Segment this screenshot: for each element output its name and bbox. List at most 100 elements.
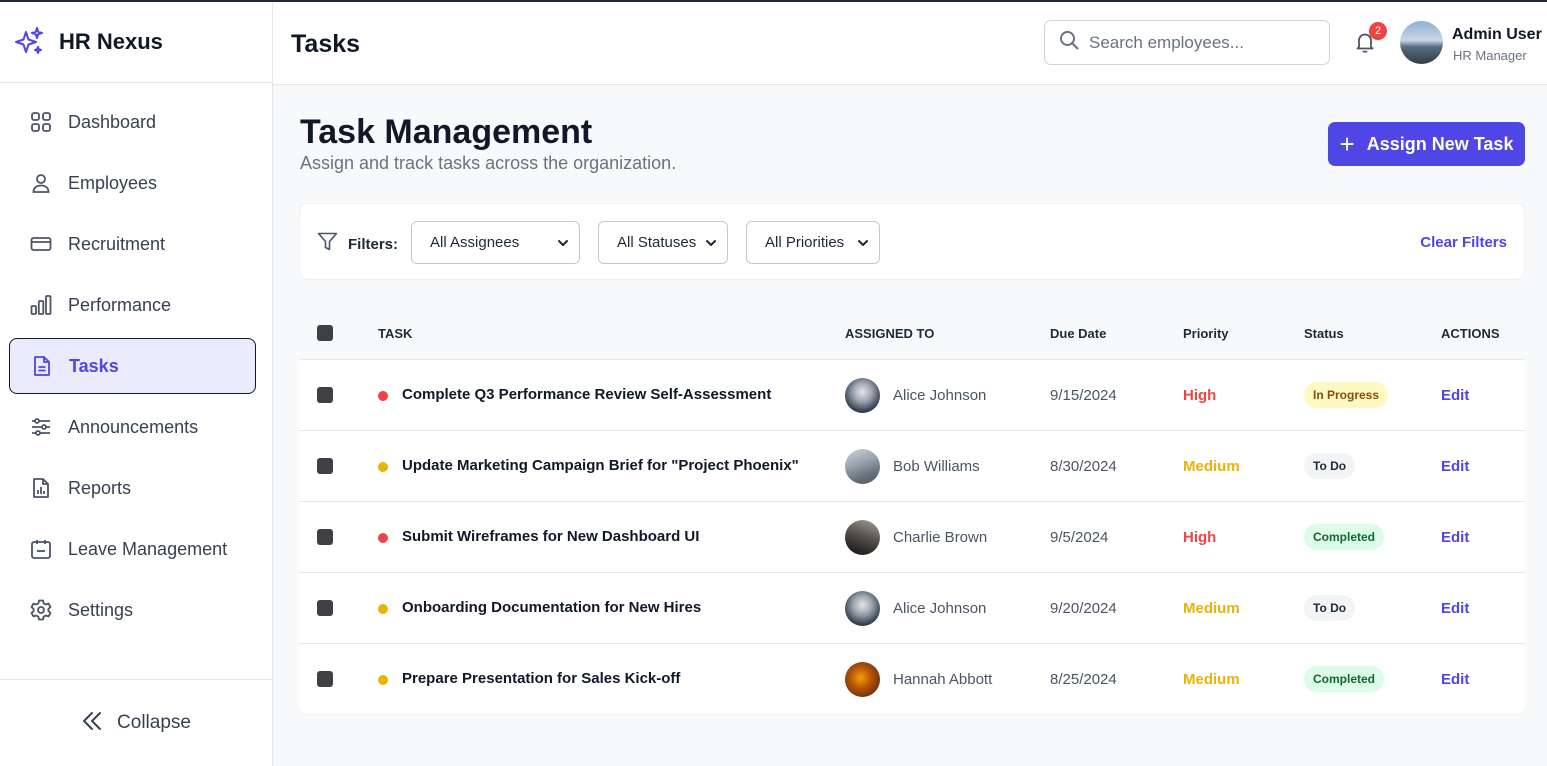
chevron-down-icon: [705, 236, 717, 253]
sidebar-item-performance[interactable]: Performance: [9, 277, 256, 333]
status-badge: In Progress: [1304, 382, 1389, 408]
document-icon: [30, 354, 54, 378]
search-input[interactable]: [1089, 32, 1309, 53]
gear-icon: [29, 598, 53, 622]
section-subtitle: Assign and track tasks across the organi…: [300, 153, 677, 173]
select-all-checkbox[interactable]: [317, 325, 333, 341]
sparkles-icon: [12, 25, 46, 59]
assignee-avatar: [845, 520, 880, 555]
clear-filters-link[interactable]: Clear Filters: [1420, 234, 1507, 251]
sidebar: HR Nexus Dashboard Employees Recruitment…: [0, 2, 273, 766]
filters-label-group: Filters:: [317, 232, 398, 257]
sidebar-item-reports[interactable]: Reports: [9, 460, 256, 516]
priority-label: High: [1183, 387, 1217, 404]
sidebar-item-label: Announcements: [68, 416, 199, 437]
sidebar-item-recruitment[interactable]: Recruitment: [9, 216, 256, 272]
sidebar-item-label: Dashboard: [68, 111, 157, 132]
column-header-assigned-to: ASSIGNED TO: [845, 326, 935, 341]
task-title: Complete Q3 Performance Review Self-Asse…: [402, 386, 772, 403]
status-badge: To Do: [1304, 595, 1356, 621]
sidebar-item-announcements[interactable]: Announcements: [9, 399, 256, 455]
edit-link[interactable]: Edit: [1441, 529, 1469, 546]
priority-dot: [378, 462, 388, 472]
sidebar-item-settings[interactable]: Settings: [9, 582, 256, 638]
page-title: Tasks: [291, 30, 361, 58]
sidebar-item-label: Settings: [68, 599, 134, 620]
table-row: Complete Q3 Performance Review Self-Asse…: [299, 359, 1525, 430]
sidebar-item-leave-management[interactable]: Leave Management: [9, 521, 256, 577]
search-icon: [1059, 30, 1079, 55]
column-header-actions: ACTIONS: [1441, 326, 1500, 341]
assignee-avatar: [845, 449, 880, 484]
assignee-name: Bob Williams: [893, 458, 980, 475]
assignee-name: Alice Johnson: [893, 600, 987, 617]
avatar[interactable]: [1400, 21, 1443, 64]
priority-dot: [378, 391, 388, 401]
sidebar-item-tasks[interactable]: Tasks: [9, 338, 256, 394]
priority-label: Medium: [1183, 600, 1240, 617]
priority-dot: [378, 604, 388, 614]
priority-label: Medium: [1183, 458, 1240, 475]
task-title: Onboarding Documentation for New Hires: [402, 599, 702, 616]
chevron-down-icon: [557, 236, 569, 253]
edit-link[interactable]: Edit: [1441, 458, 1469, 475]
column-header-priority: Priority: [1183, 326, 1229, 341]
priority-dot: [378, 533, 388, 543]
assignee-avatar: [845, 662, 880, 697]
filters-label: Filters:: [348, 236, 399, 253]
priority-label: Medium: [1183, 671, 1240, 688]
row-checkbox[interactable]: [317, 387, 333, 403]
collapse-label: Collapse: [117, 712, 191, 733]
edit-link[interactable]: Edit: [1441, 387, 1469, 404]
sidebar-item-employees[interactable]: Employees: [9, 155, 256, 211]
row-checkbox[interactable]: [317, 529, 333, 545]
brand: HR Nexus: [0, 2, 272, 83]
filters-bar: Filters: All Assignees All Statuses All …: [299, 203, 1525, 280]
sidebar-item-label: Leave Management: [68, 538, 228, 559]
edit-link[interactable]: Edit: [1441, 671, 1469, 688]
sidebar-item-label: Recruitment: [68, 233, 166, 254]
assignee-avatar: [845, 591, 880, 626]
row-checkbox[interactable]: [317, 458, 333, 474]
priority-filter-value: All Priorities: [765, 234, 845, 251]
row-checkbox[interactable]: [317, 600, 333, 616]
user-name: Admin User: [1452, 26, 1542, 43]
assign-new-task-label: Assign New Task: [1366, 133, 1514, 154]
sidebar-nav: Dashboard Employees Recruitment Performa…: [0, 83, 272, 638]
sidebar-item-dashboard[interactable]: Dashboard: [9, 94, 256, 150]
card-icon: [29, 232, 53, 256]
status-filter-select[interactable]: All Statuses: [598, 221, 728, 264]
due-date: 9/5/2024: [1050, 529, 1109, 546]
grid-icon: [29, 110, 53, 134]
sidebar-item-label: Reports: [68, 477, 132, 498]
assignee-name: Hannah Abbott: [893, 671, 993, 688]
column-header-status: Status: [1304, 326, 1344, 341]
filter-icon: [317, 232, 338, 257]
assignee-filter-select[interactable]: All Assignees: [411, 221, 580, 264]
task-title: Prepare Presentation for Sales Kick-off: [402, 670, 681, 687]
sidebar-item-label: Employees: [68, 172, 158, 193]
app-name: HR Nexus: [59, 29, 163, 54]
table-row: Prepare Presentation for Sales Kick-off …: [299, 643, 1525, 713]
user-role: HR Manager: [1453, 48, 1527, 63]
due-date: 9/15/2024: [1050, 387, 1117, 404]
status-badge: Completed: [1304, 524, 1385, 550]
edit-link[interactable]: Edit: [1441, 600, 1469, 617]
notification-badge: 2: [1369, 22, 1387, 40]
assignee-avatar: [845, 378, 880, 413]
priority-dot: [378, 675, 388, 685]
sidebar-item-label: Performance: [68, 294, 172, 315]
priority-filter-select[interactable]: All Priorities: [746, 221, 880, 264]
tasks-table: TASK ASSIGNED TO Due Date Priority Statu…: [299, 307, 1525, 713]
assignee-name: Charlie Brown: [893, 529, 988, 546]
top-header: Tasks 2 Admin User HR Manager: [273, 2, 1547, 85]
row-checkbox[interactable]: [317, 671, 333, 687]
status-filter-value: All Statuses: [617, 234, 697, 251]
search-box[interactable]: [1044, 20, 1330, 65]
column-header-task: TASK: [378, 326, 413, 341]
assign-new-task-button[interactable]: + Assign New Task: [1328, 122, 1525, 166]
collapse-button[interactable]: Collapse: [0, 679, 272, 766]
due-date: 9/20/2024: [1050, 600, 1117, 617]
user-icon: [29, 171, 53, 195]
status-badge: Completed: [1304, 666, 1385, 692]
